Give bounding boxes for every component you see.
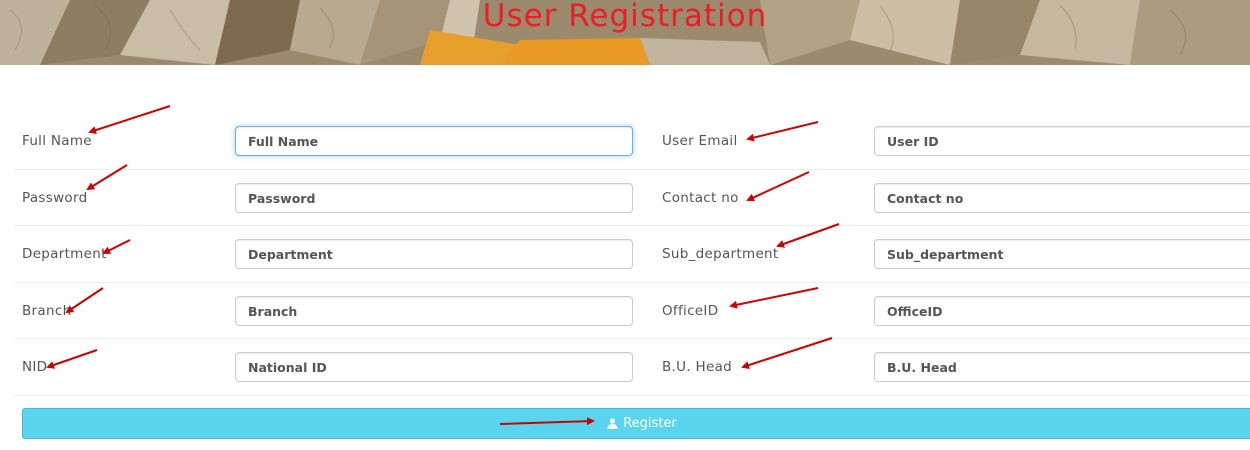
contact-no-label: Contact no (662, 190, 739, 206)
branch-input[interactable] (235, 296, 633, 326)
password-label: Password (22, 190, 88, 206)
arrow-user-email (746, 121, 819, 142)
department-input[interactable] (235, 239, 633, 269)
full-name-label: Full Name (22, 133, 92, 149)
bu-head-label: B.U. Head (662, 359, 733, 375)
user-id-input[interactable] (874, 126, 1250, 156)
nid-label: NID (22, 359, 48, 375)
arrow-nid (46, 349, 98, 369)
full-name-input[interactable] (235, 126, 633, 156)
national-id-input[interactable] (235, 352, 633, 382)
header-banner: User Registration (0, 0, 1250, 65)
arrow-sub-department (776, 223, 840, 248)
arrow-contact-no (746, 171, 810, 202)
branch-label: Branch (22, 303, 72, 319)
register-button[interactable]: Register (22, 408, 1250, 439)
row-divider (14, 338, 1250, 339)
row-divider (14, 169, 1250, 170)
arrow-branch (65, 287, 104, 314)
sub-department-input[interactable] (874, 239, 1250, 269)
arrow-department (102, 239, 131, 254)
row-divider (14, 225, 1250, 226)
bu-head-input[interactable] (874, 352, 1250, 382)
office-id-input[interactable] (874, 296, 1250, 326)
office-id-label: OfficeID (662, 303, 719, 319)
page-title: User Registration (482, 0, 768, 34)
row-divider (14, 395, 1250, 396)
arrow-full-name (88, 105, 171, 134)
user-email-label: User Email (662, 133, 738, 149)
department-label: Department (22, 246, 107, 262)
row-divider (14, 282, 1250, 283)
arrow-bu-head (741, 337, 833, 369)
register-button-label: Register (623, 416, 677, 431)
sub-department-label: Sub_department (662, 246, 779, 262)
user-icon (607, 418, 618, 429)
arrow-office-id (729, 287, 819, 309)
contact-no-input[interactable] (874, 183, 1250, 213)
password-input[interactable] (235, 183, 633, 213)
